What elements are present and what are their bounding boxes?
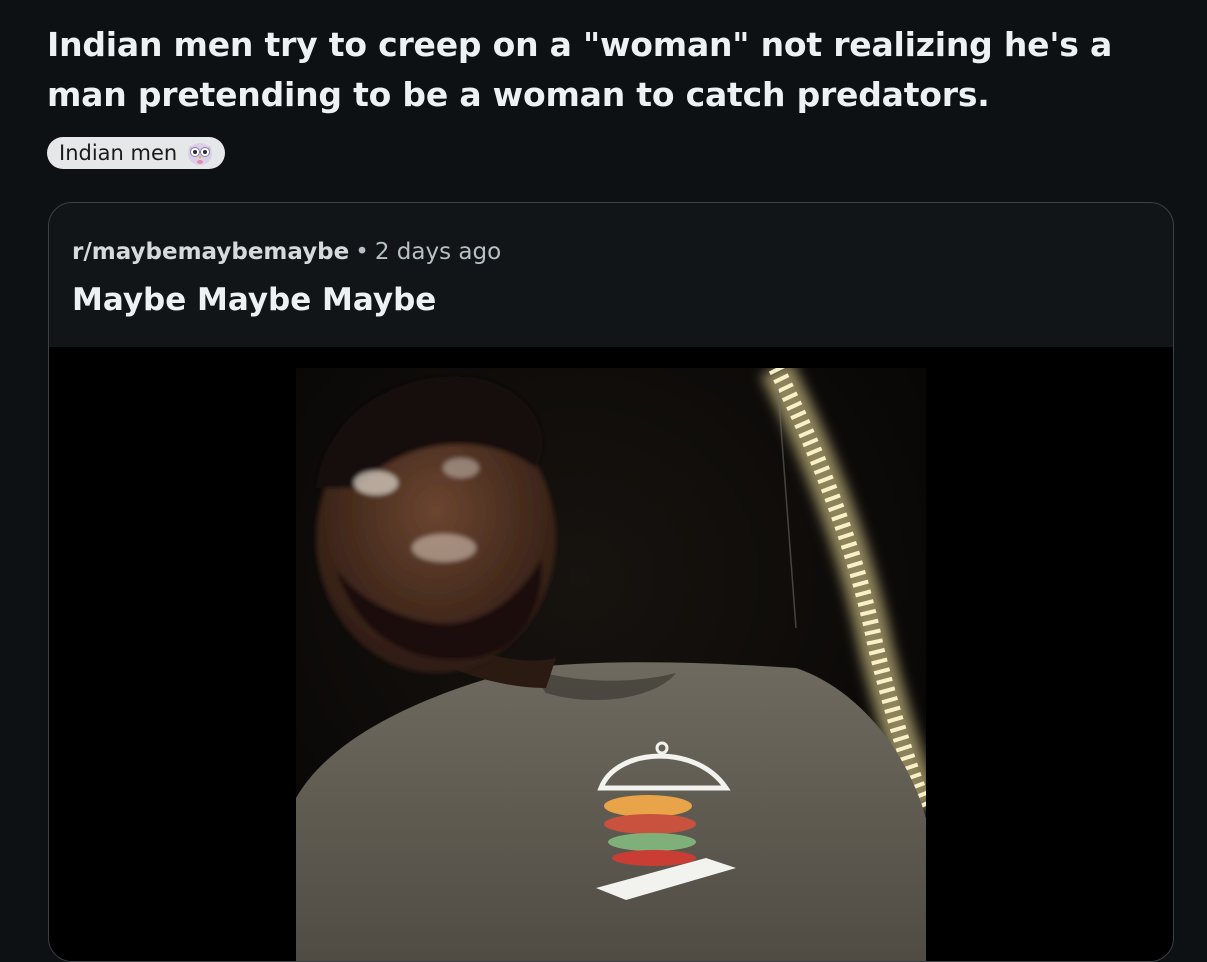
post-title: Indian men try to creep on a "woman" not… — [47, 25, 1113, 114]
flair-label: Indian men — [59, 141, 178, 165]
post-time: 2 days ago — [374, 239, 502, 265]
crosspost-title[interactable]: Maybe Maybe Maybe — [72, 280, 436, 320]
subreddit-link[interactable]: r/maybemaybemaybe — [72, 239, 349, 265]
post-flair[interactable]: Indian men — [47, 137, 226, 169]
crosspost-card[interactable]: r/maybemaybemaybe • 2 days ago Maybe Maybe… — [48, 202, 1174, 962]
media-container — [49, 347, 1173, 961]
meta-separator: • — [355, 239, 369, 265]
shocked-owl-emoji-icon — [185, 138, 215, 168]
crosspost-meta: r/maybemaybemaybe • 2 days ago — [72, 237, 501, 267]
video-thumbnail[interactable] — [296, 360, 942, 961]
